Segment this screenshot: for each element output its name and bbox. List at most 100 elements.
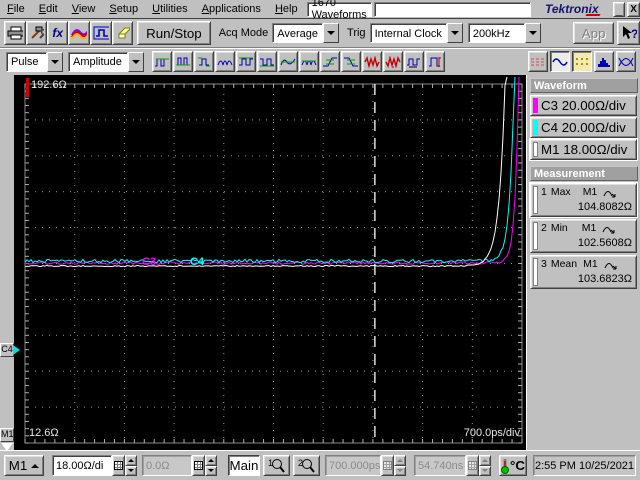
measurement-3-mean[interactable]: 3 Mean M1 103.6823Ω	[530, 255, 637, 289]
message-box	[373, 1, 531, 17]
min-icon	[260, 58, 274, 66]
help-pointer-icon[interactable]: ?	[617, 21, 640, 45]
spin-up-button[interactable]	[205, 455, 217, 466]
measurement-source: M1	[582, 186, 598, 198]
dashed-lines-button[interactable]	[528, 51, 548, 72]
measurement-color-strip	[533, 258, 538, 286]
svg-text:?: ?	[631, 27, 637, 41]
waveform-c3-label: C3 20.00Ω/div	[541, 98, 626, 113]
mid-icon	[280, 58, 296, 65]
measurement-value: 103.6823Ω	[577, 273, 632, 285]
tools-icon[interactable]	[25, 21, 48, 45]
temperature-button[interactable]: °C	[499, 455, 527, 476]
period-icon	[407, 58, 420, 67]
menu-help[interactable]: Help	[268, 1, 305, 17]
eye-diagram-button[interactable]	[616, 51, 636, 72]
zoom-view-1-button[interactable]: 1	[263, 455, 290, 476]
meas-category-select[interactable]: Pulse	[6, 51, 63, 72]
meas-ac-rms-button[interactable]	[383, 51, 403, 72]
left-marker-strip: C4 M1	[0, 75, 20, 451]
meas-amplitude-button[interactable]	[194, 51, 214, 72]
menu-file[interactable]: File	[0, 1, 32, 17]
meas-rise-time-button[interactable]	[320, 51, 340, 72]
chevron-down-icon[interactable]	[323, 23, 340, 43]
measurement-1-max[interactable]: 1 Max M1 104.8082Ω	[529, 182, 638, 218]
m1-waveform-marker[interactable]: M1	[0, 428, 14, 442]
spin-up-button	[394, 455, 406, 466]
waveform-c3-button[interactable]: C3 20.00Ω/div	[530, 95, 637, 116]
meas-type-value: Amplitude	[68, 51, 128, 72]
menu-utilities[interactable]: Utilities	[145, 1, 194, 17]
waveform-m1-button[interactable]: M1 18.00Ω/div	[529, 138, 638, 161]
c4-marker-arrow-icon[interactable]	[13, 345, 20, 355]
magnifier-1-icon: 1	[268, 458, 285, 473]
main-view-button[interactable]: Main	[228, 455, 260, 476]
waveform-c4-button[interactable]: C4 20.00Ω/div	[530, 117, 637, 138]
measurement-number: 1	[541, 186, 547, 198]
minimize-button[interactable]: _	[612, 1, 626, 17]
waveform-select-button[interactable]: M1	[4, 455, 44, 476]
run-stop-button[interactable]: Run/Stop	[137, 21, 211, 45]
trig-frequency-value: 200kHz	[467, 23, 525, 43]
meas-peak-peak-button[interactable]	[215, 51, 235, 72]
meas-mean-button[interactable]	[299, 51, 319, 72]
menu-applications[interactable]: Applications	[195, 1, 268, 17]
vertical-scale-field[interactable]: 18.00Ω/di	[52, 455, 112, 476]
trig-source-select[interactable]: Internal Clock	[369, 23, 463, 43]
close-button[interactable]: X	[627, 1, 640, 17]
keypad-icon[interactable]	[112, 455, 125, 476]
histogram-display-button[interactable]	[594, 51, 614, 72]
m1-marker-arrow-icon[interactable]	[1, 443, 13, 451]
ac-rms-icon	[385, 55, 401, 68]
measurement-stat: Max	[550, 186, 571, 198]
vector-display-button[interactable]	[550, 51, 570, 72]
measurement-source: M1	[581, 222, 597, 234]
temperature-unit-label: °C	[510, 458, 525, 473]
keypad-icon	[194, 461, 203, 470]
keypad-icon[interactable]	[192, 455, 205, 476]
eraser-icon[interactable]	[111, 21, 134, 45]
menu-setup[interactable]: Setup	[102, 1, 145, 17]
chevron-down-icon[interactable]	[128, 51, 144, 72]
spin-down-button[interactable]	[125, 465, 137, 476]
measurement-2-min[interactable]: 2 Min M1 102.5608Ω	[530, 219, 637, 253]
acq-mode-select[interactable]: Average	[272, 23, 340, 43]
print-icon[interactable]	[4, 21, 26, 45]
meas-min-button[interactable]	[257, 51, 277, 72]
chevron-down-icon[interactable]	[47, 51, 63, 72]
spin-down-button[interactable]	[205, 465, 217, 476]
meas-mid-button[interactable]	[278, 51, 298, 72]
waveform-select-label: M1	[8, 458, 28, 473]
meas-fall-time-button[interactable]	[341, 51, 361, 72]
meas-low-button[interactable]	[173, 51, 193, 72]
menu-bar: File Edit View Setup Utilities Applicati…	[0, 0, 640, 21]
waveform-color-icon[interactable]	[68, 21, 90, 45]
spin-up-button[interactable]	[125, 455, 137, 466]
meas-period-button[interactable]	[404, 51, 424, 72]
vertical-offset-field: 0.0Ω	[142, 455, 192, 476]
print-icon	[7, 26, 23, 40]
menu-view[interactable]: View	[65, 1, 103, 17]
display-style-buttons	[528, 51, 636, 72]
measurement-toolbar: Pulse Amplitude	[0, 48, 640, 75]
meas-type-select[interactable]: Amplitude	[68, 51, 144, 72]
dots-display-button[interactable]	[572, 51, 592, 72]
graticule-and-traces	[24, 76, 523, 444]
meas-category-value: Pulse	[6, 51, 47, 72]
meas-max-button[interactable]	[236, 51, 256, 72]
waveform-display[interactable]: 192.6Ω 12.6Ω 700.0ps/div C3 C4	[14, 75, 526, 450]
chevron-down-icon[interactable]	[524, 23, 541, 43]
meas-rms-button[interactable]	[362, 51, 382, 72]
meas-high-button[interactable]	[152, 51, 172, 72]
zoom-waveform-icon[interactable]	[89, 21, 112, 45]
chevron-down-icon[interactable]	[446, 23, 463, 43]
formula-fx-icon[interactable]: fx	[47, 21, 69, 45]
c3-trace-label: C3	[142, 256, 157, 268]
c4-channel-marker[interactable]: C4	[0, 343, 14, 357]
menu-edit[interactable]: Edit	[32, 1, 65, 17]
measurement-number: 3	[541, 258, 547, 270]
vertical-bottom-readout: 12.6Ω	[29, 427, 59, 439]
meas-positive-width-button[interactable]	[425, 51, 445, 72]
zoom-view-2-button[interactable]: 2	[293, 455, 320, 476]
trig-frequency-select[interactable]: 200kHz	[467, 23, 541, 43]
